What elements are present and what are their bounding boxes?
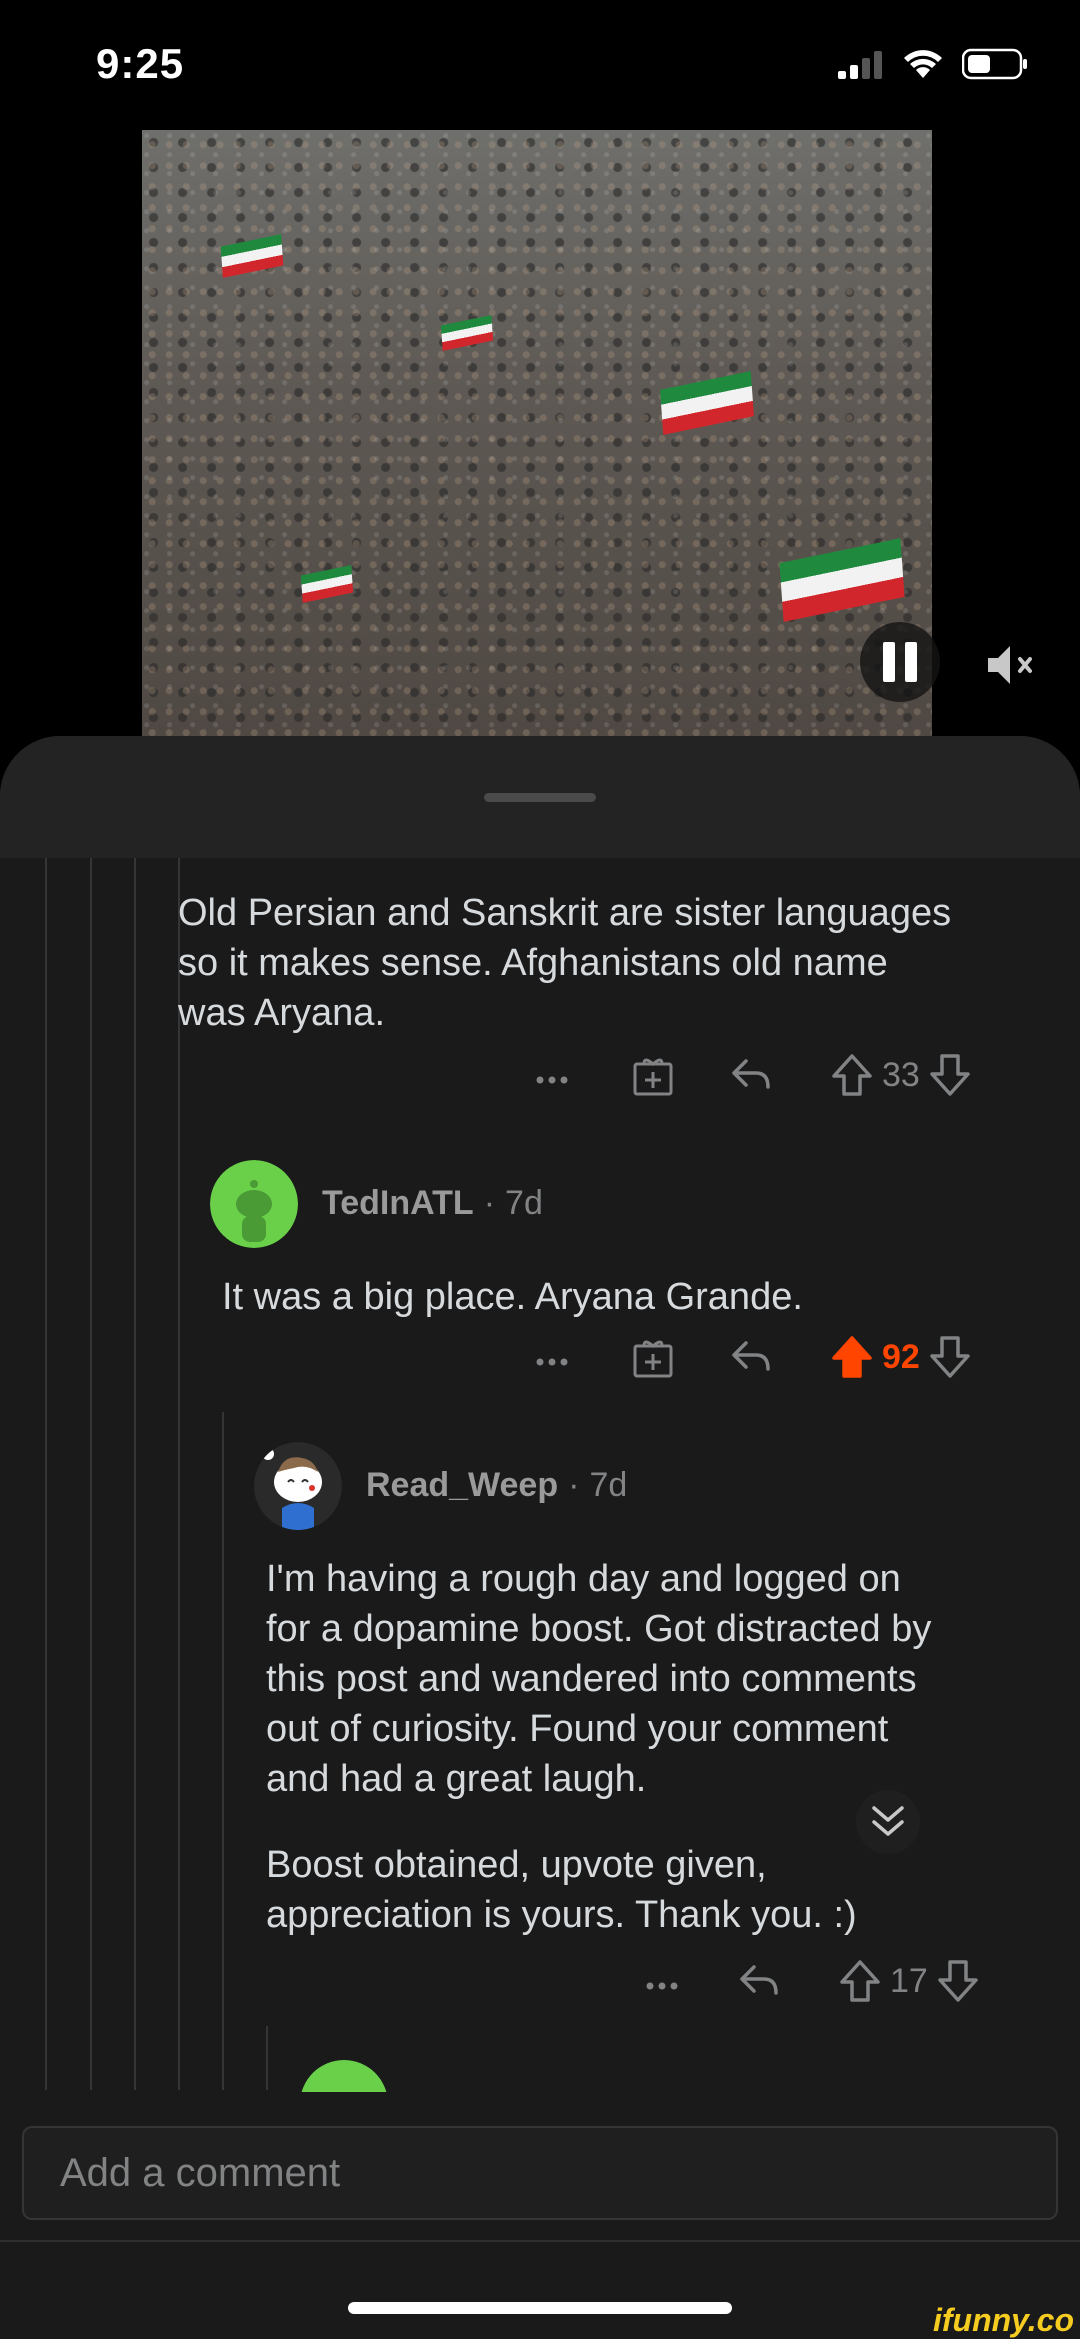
comment-body: Old Persian and Sanskrit are sister lang…	[178, 892, 952, 1034]
comment-input[interactable]: Add a comment	[22, 2126, 1058, 2220]
username[interactable]: TedInATL	[322, 1184, 474, 1223]
thread-line[interactable]	[134, 858, 136, 2090]
vote-count: 92	[882, 1337, 920, 1376]
more-icon[interactable]	[640, 1966, 684, 1996]
comment-body-paragraph: Boost obtained, upvote given, appreciati…	[266, 1844, 857, 1936]
comment-actions: 33	[530, 1052, 972, 1098]
award-icon[interactable]	[630, 1052, 676, 1098]
upvote-icon[interactable]	[830, 1052, 874, 1098]
thread-line[interactable]	[45, 858, 47, 2090]
downvote-icon[interactable]	[936, 1958, 980, 2004]
upvote-icon[interactable]	[830, 1334, 874, 1380]
reply-icon[interactable]	[728, 1055, 774, 1095]
avatar[interactable]	[254, 1442, 342, 1530]
flag-image	[440, 315, 494, 351]
pause-icon	[883, 642, 895, 682]
reply-icon[interactable]	[728, 1337, 774, 1377]
comment-actions: 92	[530, 1334, 972, 1380]
flag-image	[779, 538, 905, 622]
more-icon[interactable]	[530, 1342, 574, 1372]
comment-meta: Read_Weep · 7d	[366, 1466, 628, 1505]
flag-image	[220, 234, 284, 278]
status-icons	[838, 48, 1028, 80]
signal-icon	[838, 51, 882, 79]
comment-age: 7d	[589, 1466, 628, 1504]
mute-icon[interactable]	[984, 640, 1040, 690]
thread-line[interactable]	[90, 858, 92, 2090]
bottom-area	[0, 2240, 1080, 2339]
upvote-icon[interactable]	[838, 1958, 882, 2004]
pause-button[interactable]	[860, 622, 940, 702]
flag-image	[660, 371, 754, 435]
home-indicator[interactable]	[348, 2302, 732, 2314]
vote-count: 17	[890, 1961, 928, 2000]
comment-body: It was a big place. Aryana Grande.	[222, 1276, 803, 1318]
comment-actions: 17	[640, 1958, 980, 2004]
reply-icon[interactable]	[736, 1961, 782, 2001]
expand-icon[interactable]	[856, 1790, 920, 1854]
downvote-icon[interactable]	[928, 1334, 972, 1380]
username[interactable]: Read_Weep	[366, 1466, 558, 1505]
battery-icon	[962, 48, 1027, 80]
sheet-grabber[interactable]	[484, 793, 596, 802]
comment-body: I'm having a rough day and logged on for…	[266, 1558, 932, 1800]
video-player[interactable]	[142, 130, 932, 736]
comment-age: 7d	[505, 1184, 543, 1222]
vote-count: 33	[882, 1055, 920, 1094]
watermark: ifunny.co	[932, 2302, 1074, 2338]
downvote-icon[interactable]	[928, 1052, 972, 1098]
flag-image	[300, 565, 354, 603]
wifi-icon	[904, 50, 942, 78]
avatar[interactable]	[300, 2060, 388, 2092]
more-icon[interactable]	[530, 1060, 574, 1090]
thread-line[interactable]	[222, 1412, 224, 2090]
status-time: 9:25	[96, 40, 185, 87]
award-icon[interactable]	[630, 1334, 676, 1380]
avatar[interactable]	[210, 1160, 298, 1248]
thread-line[interactable]	[178, 1128, 180, 2090]
thread-line[interactable]	[266, 2026, 268, 2090]
comment-meta: TedInATL · 7d	[322, 1184, 543, 1223]
